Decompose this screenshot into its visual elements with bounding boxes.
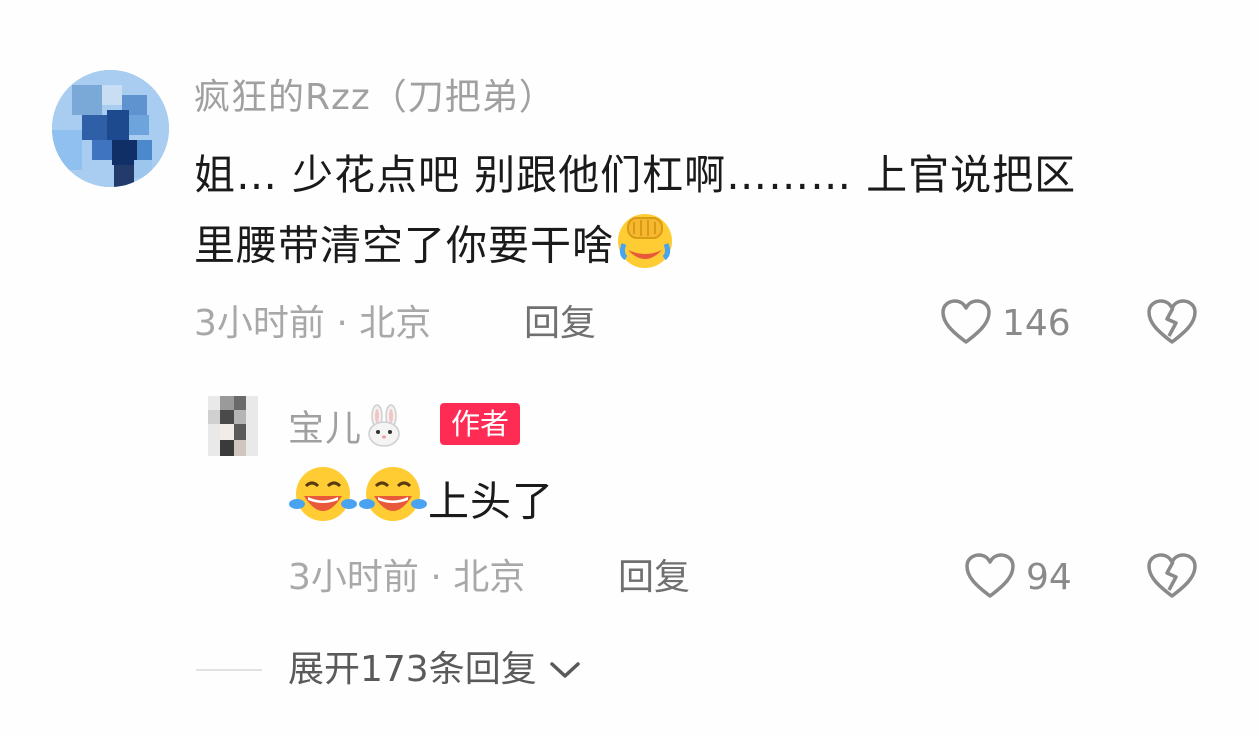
tears-of-joy-icon: [288, 464, 358, 545]
commenter-username[interactable]: 疯狂的Rzz（刀把弟）: [194, 78, 556, 118]
comment-time-location: 3小时前 · 北京: [194, 303, 432, 344]
rabbit-face-icon: [362, 404, 406, 457]
reply-reply-button[interactable]: 回复: [618, 558, 690, 598]
expand-replies-label: 展开173条回复: [288, 649, 537, 690]
expand-divider: [196, 669, 262, 671]
author-badge: 作者: [440, 403, 521, 445]
reply-text: 上头了: [288, 464, 554, 545]
comment-dislike-button[interactable]: [1146, 298, 1198, 350]
facepalm-laughing-emoji-icon: [614, 208, 676, 289]
broken-heart-icon: [1147, 553, 1197, 598]
comment-like-count: 146: [1002, 303, 1071, 344]
reply-username-text: 宝儿: [288, 408, 363, 450]
heart-icon: [965, 553, 1015, 598]
reply-like-count: 94: [1026, 557, 1072, 598]
broken-heart-icon: [1147, 299, 1197, 344]
reply-like-button[interactable]: [964, 552, 1016, 604]
comment-text-line-2-text: 里腰带清空了你要干啥: [194, 221, 614, 270]
comment-like-button[interactable]: [940, 298, 992, 350]
heart-icon: [941, 299, 991, 344]
chevron-down-icon: [548, 651, 582, 691]
expand-replies-button[interactable]: 展开173条回复: [288, 650, 582, 691]
reply-text-content: 上头了: [428, 477, 554, 526]
reply-time-location: 3小时前 · 北京: [288, 557, 526, 598]
comment-reply-button[interactable]: 回复: [524, 304, 596, 344]
reply-dislike-button[interactable]: [1146, 552, 1198, 604]
reply-username[interactable]: 宝儿: [288, 404, 406, 457]
tears-of-joy-icon: [358, 464, 428, 545]
commenter-avatar[interactable]: [52, 70, 169, 187]
comment-text-line-2: 里腰带清空了你要干啥: [194, 208, 676, 289]
comment-text-line-1: 姐… 少花点吧 别跟他们杠啊……… 上官说把区: [194, 151, 1077, 199]
reply-author-avatar[interactable]: [208, 396, 258, 456]
